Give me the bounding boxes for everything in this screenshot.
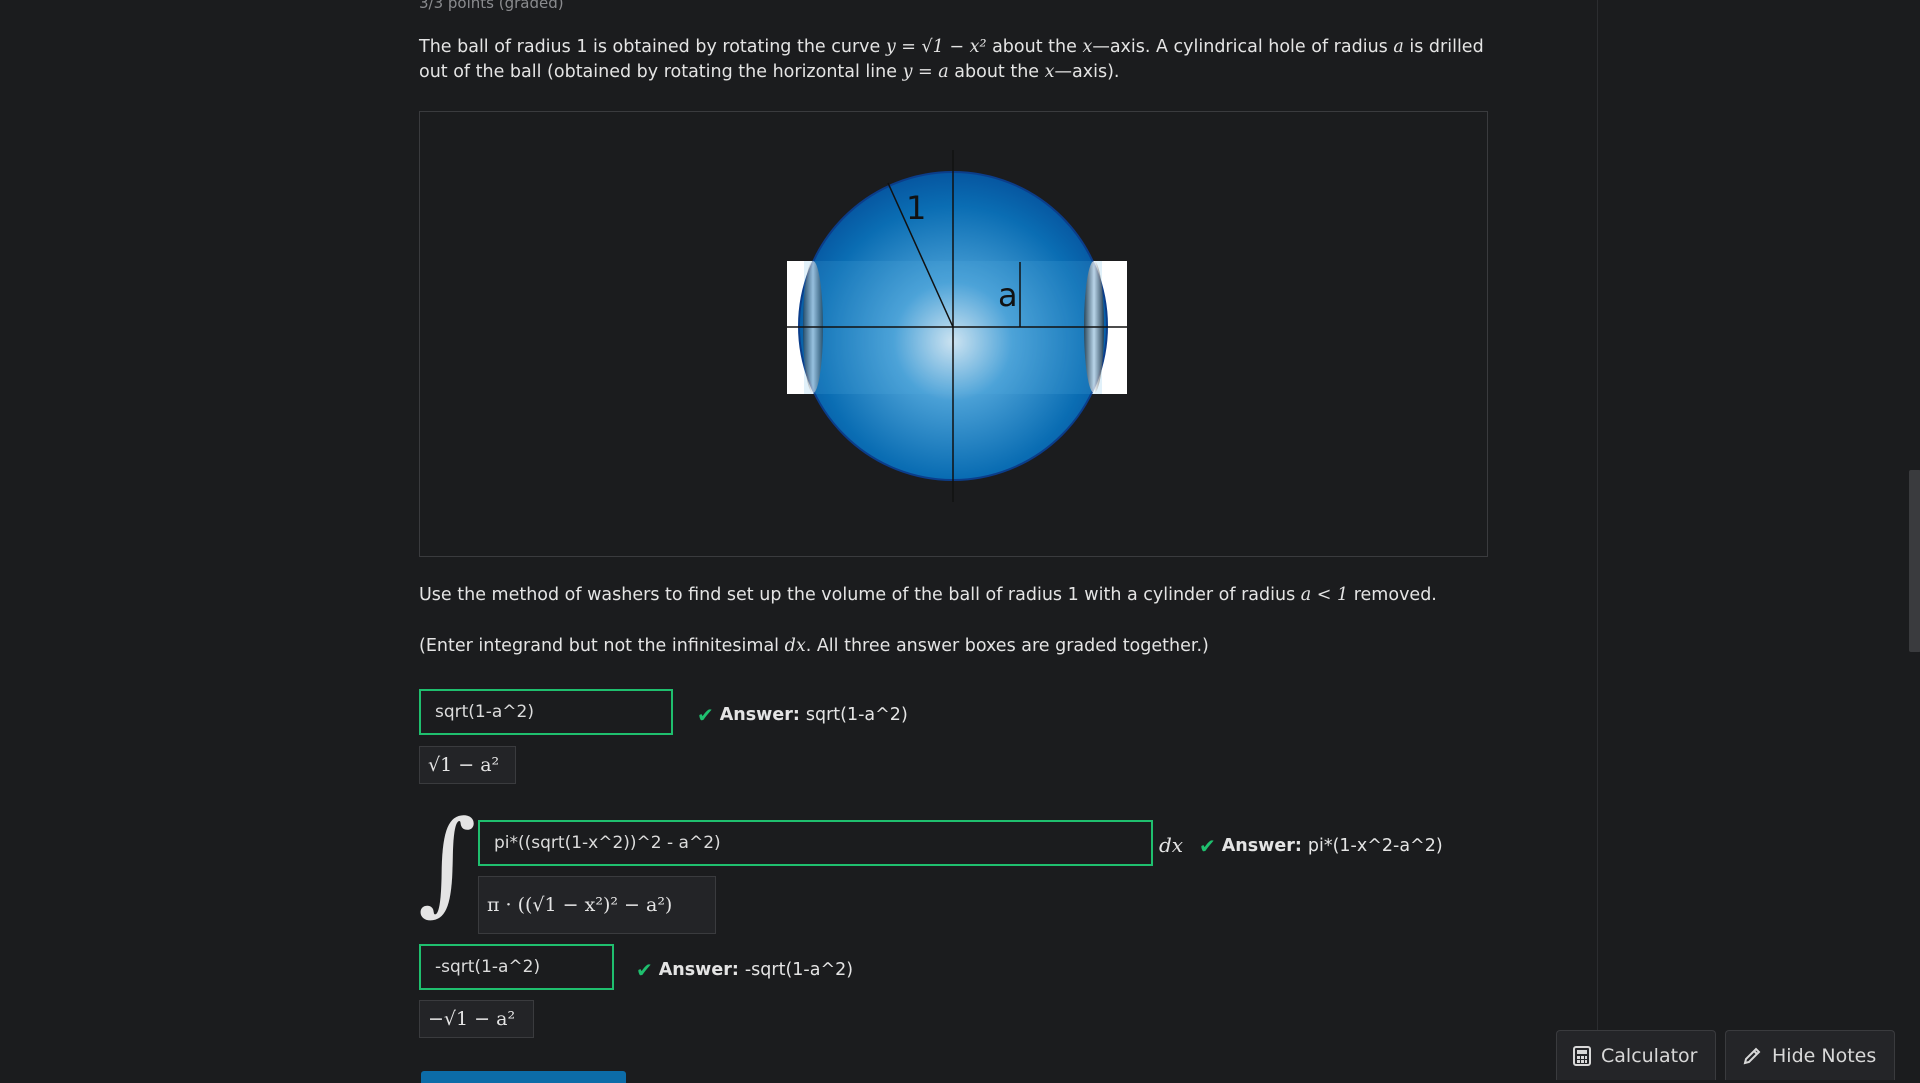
integral-sign: ∫ [418,797,477,927]
radius-label: 1 [906,189,926,227]
check-icon: ✔ [636,958,653,982]
upper-bound-input[interactable]: sqrt(1-a^2) [419,689,673,735]
check-icon: ✔ [1199,834,1216,858]
left-gutter [0,0,309,1080]
upper-bound-answer: sqrt(1-a^2) [805,705,908,725]
lower-bound-feedback: ✔ Answer: -sqrt(1-a^2) [636,958,853,982]
text: —axis). [1054,62,1120,82]
integrand-input[interactable]: pi*((sqrt(1-x^2))^2 - a^2) [478,820,1153,866]
lower-bound-answer: -sqrt(1-a^2) [744,960,854,980]
entry-note: (Enter integrand but not the infinitesim… [419,634,1209,659]
line-equation: y = a [902,62,949,82]
upper-bound-feedback: ✔ Answer: sqrt(1-a^2) [697,703,908,727]
sphere-diagram: 1 a [787,150,1127,502]
text: —axis. A cylindrical hole of radius [1092,37,1388,57]
answer-label: Answer: [658,960,739,980]
text: about the [992,37,1077,57]
check-icon: ✔ [697,703,714,727]
text: (Enter integrand but not the infinitesim… [419,636,780,656]
answer-label: Answer: [719,705,800,725]
instruction-text: Use the method of washers to find set up… [419,583,1437,608]
curve-equation: y = √1 − x² [885,37,987,57]
integrand-feedback: ✔ Answer: pi*(1-x^2-a^2) [1199,834,1443,858]
calculator-icon [1573,1045,1591,1066]
a-label: a [998,276,1018,314]
text: The ball of radius 1 is obtained by rota… [419,37,881,57]
text: . All three answer boxes are graded toge… [805,636,1209,656]
text: about the [954,62,1040,82]
calculator-label: Calculator [1601,1044,1698,1067]
hide-notes-button[interactable]: Hide Notes [1725,1030,1895,1080]
hide-notes-label: Hide Notes [1772,1044,1877,1067]
submit-button[interactable] [421,1071,626,1083]
problem-text-line2: out of the ball (obtained by rotating th… [419,60,1119,85]
integrand-preview: π · ((√1 − x²)² − a²) [478,876,716,934]
pencil-icon [1743,1047,1761,1064]
text: Use the method of washers to find set up… [419,585,1296,605]
points-label: 3/3 points (graded) [419,0,564,12]
text: removed. [1353,585,1437,605]
a-variable: a [1393,37,1404,57]
answer-label: Answer: [1221,836,1302,856]
sphere-figure: 1 a [419,111,1488,557]
calculator-button[interactable]: Calculator [1556,1030,1716,1080]
x-variable: x [1082,37,1093,57]
lower-bound-input[interactable]: -sqrt(1-a^2) [419,944,614,990]
integrand-answer: pi*(1-x^2-a^2) [1307,836,1443,856]
upper-bound-preview: √1 − a² [419,746,516,784]
dx-symbol: dx [784,636,806,656]
x-variable: x [1044,62,1055,82]
problem-text-line1: The ball of radius 1 is obtained by rota… [419,35,1484,60]
lower-bound-preview: −√1 − a² [419,1000,534,1038]
text: out of the ball (obtained by rotating th… [419,62,898,82]
right-gutter [1597,0,1920,1080]
dx-label: dx [1159,833,1184,857]
radius-constraint: a < 1 [1300,585,1349,605]
text: is drilled [1409,37,1484,57]
scrollbar-thumb[interactable] [1909,470,1920,652]
